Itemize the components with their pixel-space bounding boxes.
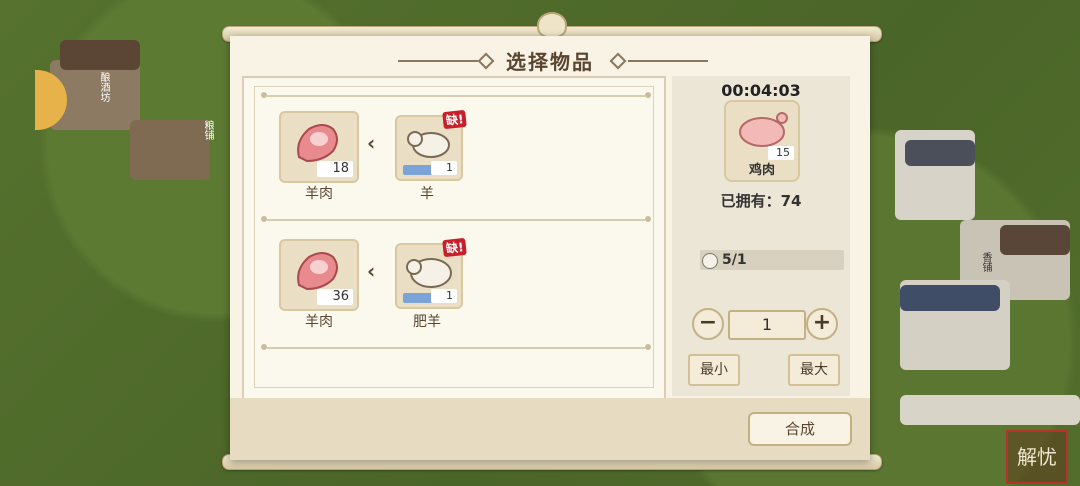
chevron-left-icon: ‹ [367,259,376,283]
requirement-text: 5/1 [722,252,747,268]
output-item-count: 18 [317,161,353,177]
building-left-roof [60,40,140,70]
output-item-slot[interactable]: 36 [279,239,359,311]
title-line-right [628,60,708,62]
quantity-input[interactable]: 1 [728,310,806,340]
wall-right [900,395,1080,425]
building-label-winery: 酿酒坊 [98,72,109,102]
target-item-slot[interactable]: 15 鸡肉 [724,100,800,182]
lack-badge: 缺! [442,237,468,258]
output-item-slot[interactable]: 18 [279,111,359,183]
building-right-bottom-roof [900,285,1000,311]
target-item-name: 鸡肉 [748,163,775,178]
building-left-mid[interactable] [130,120,210,180]
list-divider-top [261,92,651,98]
mutton-icon [297,252,338,291]
output-item-name: 羊肉 [305,314,333,330]
owned-count: 已拥有：74 [720,192,802,210]
compose-button[interactable]: 合成 [748,412,852,446]
sheep-icon [407,131,450,158]
mutton-icon [297,124,338,163]
input-item-name: 羊 [420,186,434,202]
dialog-footer: 合成 [230,398,870,460]
fat-sheep-icon [406,258,452,288]
target-item-count: 15 [768,146,794,160]
building-label-incense: 香铺 [980,252,991,272]
recipe-list[interactable]: 18 羊肉 ‹ 1 缺! 羊 36 羊肉 ‹ 1 缺! 肥羊 [242,76,666,400]
chevron-left-icon: ‹ [367,131,376,155]
decrease-button[interactable]: − [692,308,724,340]
chicken-small-icon [702,253,718,269]
lack-badge: 缺! [442,109,468,130]
craft-timer: 00:04:03 [721,81,801,100]
building-right-roof [905,140,975,166]
output-item-count: 36 [317,289,353,305]
select-item-dialog: 选择物品 18 羊肉 ‹ 1 缺! 羊 36 羊肉 ‹ 1 缺! 肥羊 00:0… [230,36,870,460]
input-item-name: 肥羊 [413,314,441,330]
item-detail-panel: 00:04:03 15 鸡肉 已拥有：74 5/1 − 1 + 最小 最大 [672,76,850,396]
min-button[interactable]: 最小 [688,354,740,386]
list-divider-middle [261,216,651,222]
dialog-title: 选择物品 [506,50,594,74]
input-item-count: 1 [431,289,457,303]
building-right-mid-roof [1000,225,1070,255]
output-item-name: 羊肉 [305,186,333,202]
knot-ornament-icon [537,12,567,38]
increase-button[interactable]: + [806,308,838,340]
dialog-header: 选择物品 [230,36,870,80]
max-button[interactable]: 最大 [788,354,840,386]
seal-stamp-button[interactable]: 解忧 [1006,430,1068,484]
list-divider-bottom [261,344,651,350]
building-label-grain: 粮铺 [202,120,213,140]
recipe-list-frame: 18 羊肉 ‹ 1 缺! 羊 36 羊肉 ‹ 1 缺! 肥羊 [254,86,654,388]
input-item-count: 1 [431,161,457,175]
